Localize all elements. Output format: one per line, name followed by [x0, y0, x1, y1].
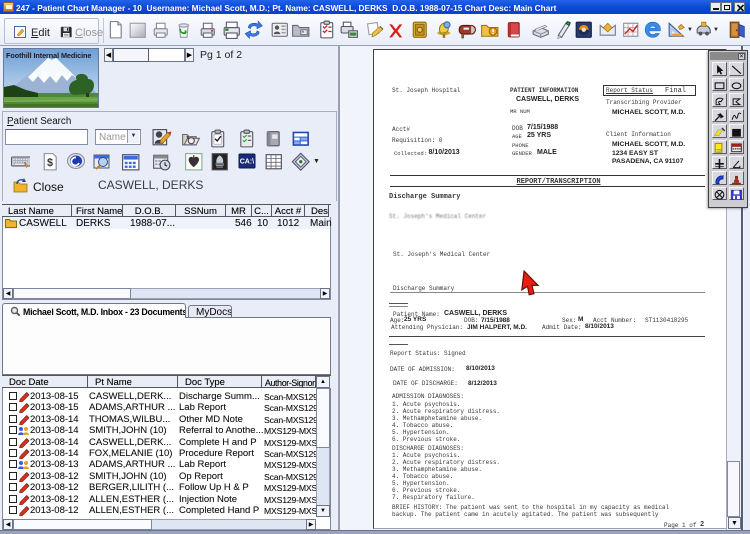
svg-text:$: $ [47, 157, 53, 169]
svg-text:CA:\: CA:\ [240, 159, 254, 166]
